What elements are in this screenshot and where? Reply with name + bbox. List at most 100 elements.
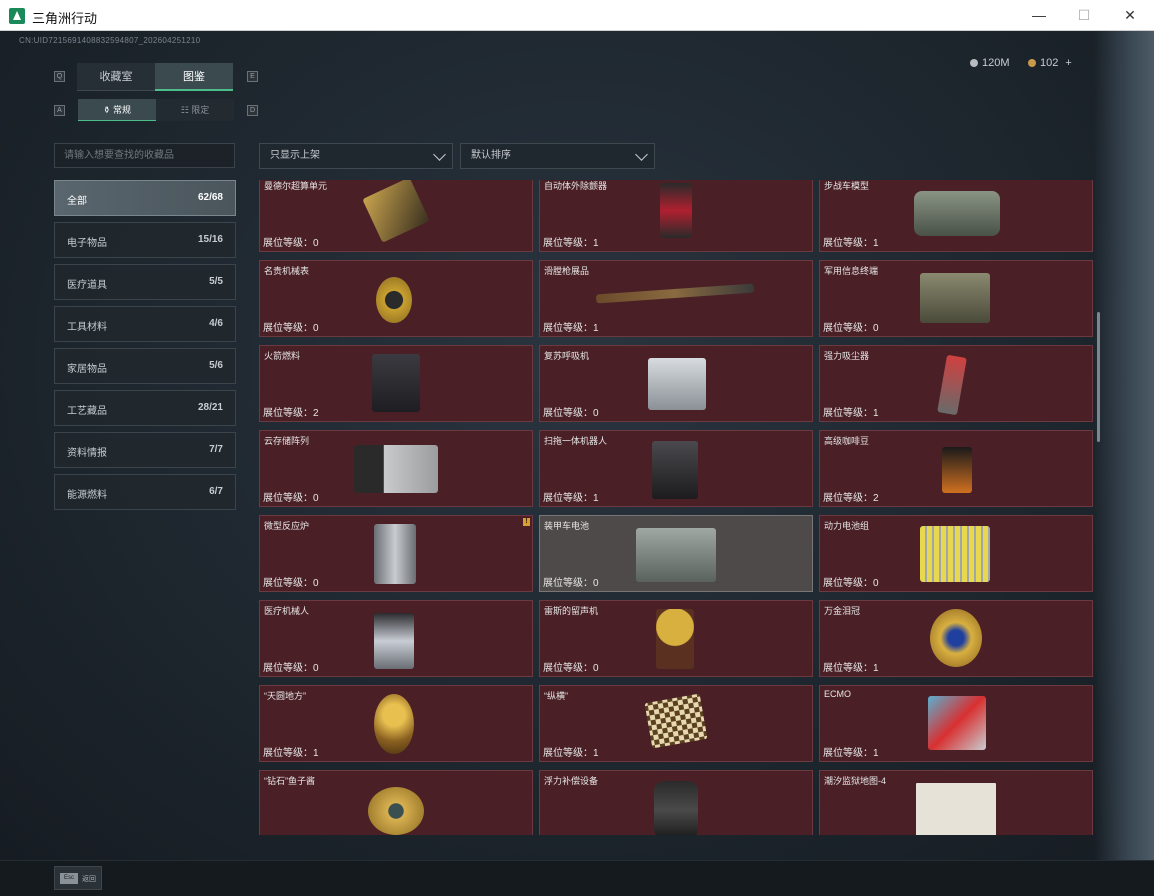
item-level: 展位等级：0 (263, 238, 319, 249)
prison-map-image (916, 783, 996, 835)
category-energy[interactable]: 能源燃料 6/7 (54, 474, 236, 510)
item-card[interactable]: 火箭燃料 展位等级：2 (259, 345, 533, 422)
coffee-beans-image (942, 447, 972, 493)
subtab-limited[interactable]: ☷ 限定 (156, 99, 234, 121)
minimize-button[interactable]: — (1016, 0, 1062, 31)
item-level: 展位等级：1 (263, 748, 319, 759)
item-card[interactable]: 动力电池组 展位等级：0 (819, 515, 1093, 592)
item-card[interactable]: 万金泪冠 展位等级：1 (819, 600, 1093, 677)
item-card[interactable]: 复苏呼吸机 展位等级：0 (539, 345, 813, 422)
item-card[interactable]: 雷斯的留声机 展位等级：0 (539, 600, 813, 677)
item-card[interactable]: 名贵机械表 展位等级：0 (259, 260, 533, 337)
vacuum-cleaner-image (937, 354, 967, 416)
category-count: 6/7 (209, 486, 223, 497)
item-card[interactable]: 高级咖啡豆 展位等级：2 (819, 430, 1093, 507)
item-name: 复苏呼吸机 (544, 351, 590, 361)
item-card[interactable]: 滑膛枪展品 展位等级：1 (539, 260, 813, 337)
item-level: 展位等级：0 (543, 408, 599, 419)
item-card[interactable]: ECMO 展位等级：1 (819, 685, 1093, 762)
category-count: 4/6 (209, 318, 223, 329)
medical-robot-image (374, 613, 414, 669)
item-level: 展位等级：0 (543, 663, 599, 674)
back-button[interactable]: Esc 返回 (54, 866, 102, 890)
shelf-filter-dropdown[interactable]: 只显示上架 (259, 143, 453, 169)
item-card[interactable]: “钻石”鱼子酱 (259, 770, 533, 835)
category-count: 5/6 (209, 360, 223, 371)
gramophone-image (656, 609, 694, 669)
close-button[interactable]: ✕ (1107, 0, 1153, 31)
item-level: 展位等级：0 (823, 578, 879, 589)
category-label: 资料情报 (67, 448, 107, 459)
armored-vehicle-battery-image (636, 528, 716, 582)
item-card[interactable]: “纵横” 展位等级：1 (539, 685, 813, 762)
footer-bar (0, 860, 1154, 896)
sort-dropdown[interactable]: 默认排序 (460, 143, 655, 169)
item-card[interactable]: 医疗机械人 展位等级：0 (259, 600, 533, 677)
category-label: 电子物品 (67, 238, 107, 249)
category-count: 62/68 (197, 192, 223, 203)
buoyancy-device-image (654, 781, 698, 835)
key-hint-q: Q (54, 71, 65, 82)
limited-icon: ☷ (180, 105, 189, 115)
category-intel[interactable]: 资料情报 7/7 (54, 432, 236, 468)
category-household[interactable]: 家居物品 5/6 (54, 348, 236, 384)
grid-scrollbar[interactable] (1097, 312, 1100, 442)
military-terminal-image (920, 273, 990, 323)
item-card[interactable]: 自动体外除颤器 展位等级：1 (539, 180, 813, 252)
luxury-watch-image (376, 277, 412, 323)
tab-collection-room[interactable]: 收藏室 (77, 63, 155, 91)
category-all[interactable]: 全部 62/68 (54, 180, 236, 216)
title-bar: 三角洲行动 — ☐ ✕ (0, 0, 1154, 31)
item-card[interactable]: “天圆地方” 展位等级：1 (259, 685, 533, 762)
key-hint-a: A (54, 105, 65, 116)
category-label: 工具材料 (67, 322, 107, 333)
item-card[interactable]: 微型反应炉 ! 展位等级：0 (259, 515, 533, 592)
item-name: 强力吸尘器 (824, 351, 870, 361)
item-name: “天圆地方” (264, 691, 306, 701)
category-count: 7/7 (209, 444, 223, 455)
add-currency-button[interactable]: + (1065, 57, 1071, 69)
item-name: 扫拖一体机器人 (544, 436, 608, 446)
item-name: 名贵机械表 (264, 266, 310, 276)
silver-amount: 120M (982, 57, 1010, 69)
item-level: 展位等级：1 (543, 493, 599, 504)
micro-reactor-image (374, 524, 416, 584)
item-level: 展位等级：2 (263, 408, 319, 419)
maximize-button[interactable]: ☐ (1061, 0, 1107, 31)
category-medical[interactable]: 医疗道具 5/5 (54, 264, 236, 300)
item-name: 雷斯的留声机 (544, 606, 599, 616)
item-card[interactable]: 潮汐监狱地图-4 (819, 770, 1093, 835)
item-card[interactable]: 扫拖一体机器人 展位等级：1 (539, 430, 813, 507)
category-tools[interactable]: 工具材料 4/6 (54, 306, 236, 342)
item-card[interactable]: 云存储阵列 展位等级：0 (259, 430, 533, 507)
chevron-down-icon (635, 148, 648, 161)
item-name: 步战车模型 (824, 181, 870, 191)
item-name: 云存储阵列 (264, 436, 310, 446)
item-level: 展位等级：0 (263, 323, 319, 334)
gold-coin-icon (1028, 59, 1036, 67)
chessboard-image (644, 693, 708, 749)
item-name: 高级咖啡豆 (824, 436, 870, 446)
category-count: 15/16 (197, 234, 223, 245)
item-card[interactable]: 装甲车电池 展位等级：0 (539, 515, 813, 592)
category-electronics[interactable]: 电子物品 15/16 (54, 222, 236, 258)
back-label: 返回 (82, 876, 96, 883)
item-card[interactable]: 步战车模型 展位等级：1 (819, 180, 1093, 252)
armillary-sphere-image (374, 694, 414, 754)
item-name: 微型反应炉 (264, 521, 310, 531)
item-name: 自动体外除颤器 (544, 181, 608, 191)
item-card[interactable]: 曼德尔超算单元 展位等级：0 (259, 180, 533, 252)
musket-image (595, 283, 755, 304)
category-label: 医疗道具 (67, 280, 107, 291)
tab-catalog[interactable]: 图鉴 (155, 63, 233, 91)
ventilator-image (648, 358, 706, 410)
search-input[interactable]: 请输入想要查找的收藏品 (54, 143, 235, 168)
item-grid: 曼德尔超算单元 展位等级：0 自动体外除颤器 展位等级：1 步战车模型 展位等级… (258, 180, 1094, 835)
category-crafts[interactable]: 工艺藏品 28/21 (54, 390, 236, 426)
key-hint-e: E (247, 71, 258, 82)
item-card[interactable]: 浮力补偿设备 (539, 770, 813, 835)
item-card[interactable]: 强力吸尘器 展位等级：1 (819, 345, 1093, 422)
item-card[interactable]: 军用信息终端 展位等级：0 (819, 260, 1093, 337)
item-level: 展位等级：0 (263, 663, 319, 674)
subtab-regular[interactable]: ⚱ 常规 (78, 99, 156, 121)
